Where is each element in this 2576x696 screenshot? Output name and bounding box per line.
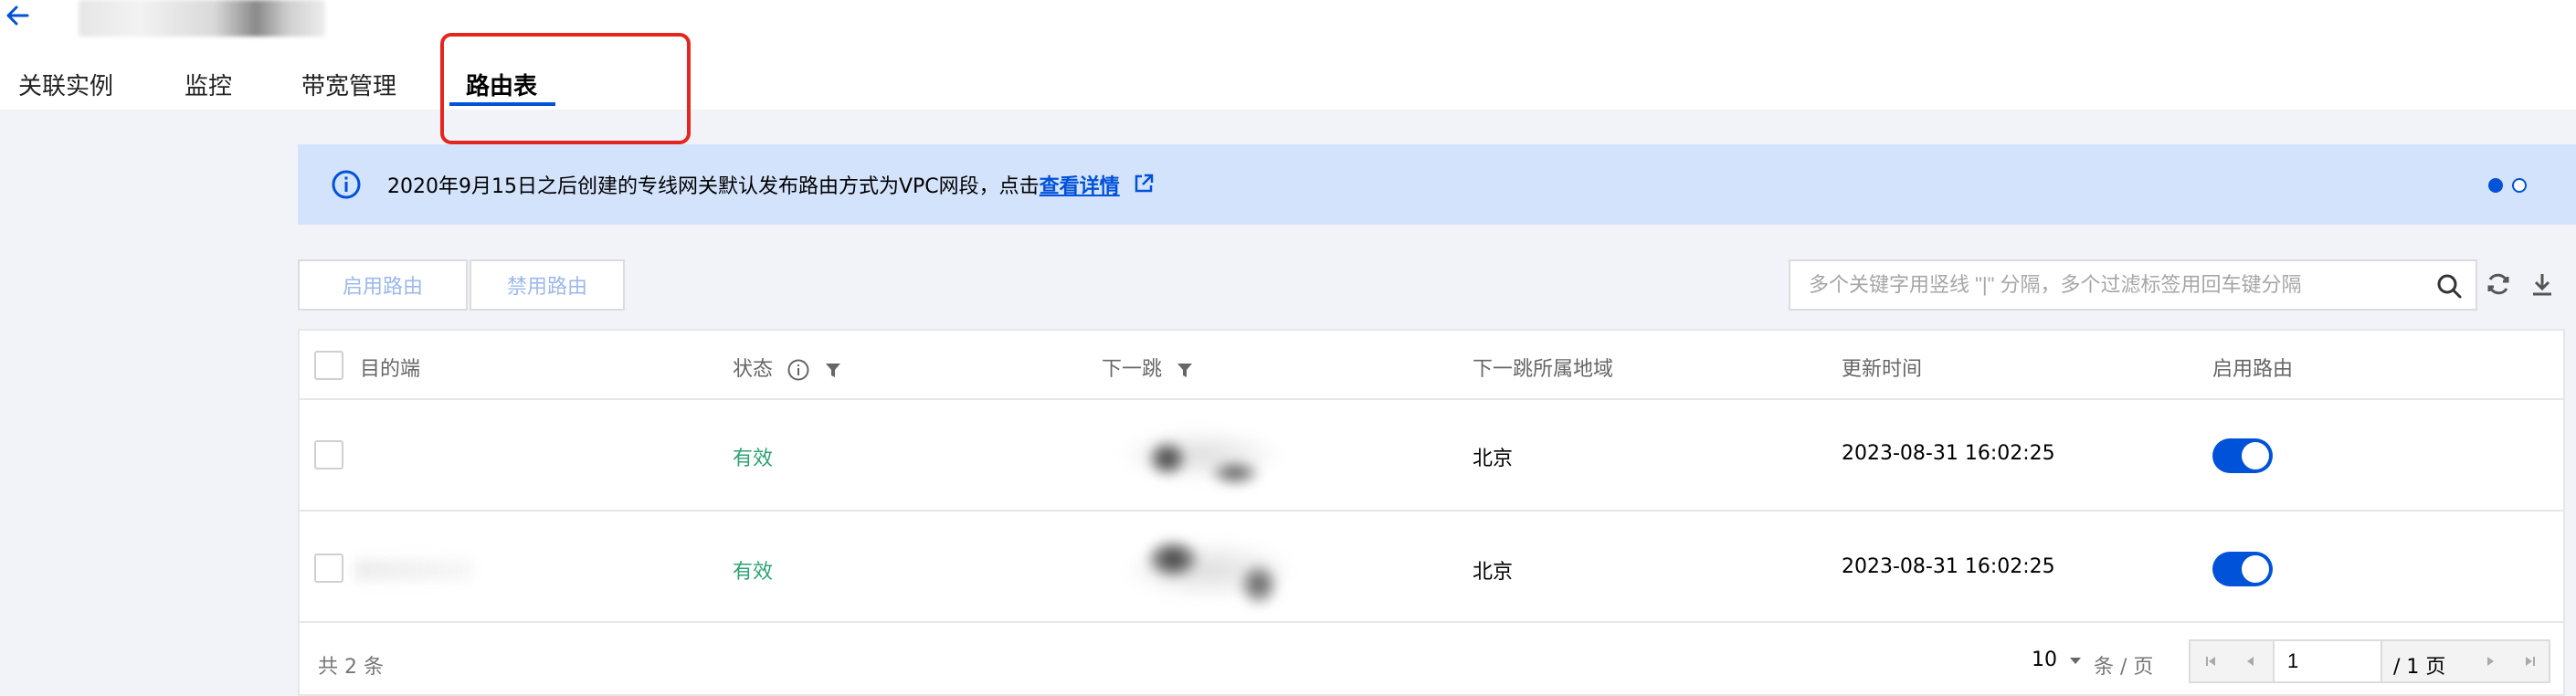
first-page-button[interactable]: [2191, 641, 2231, 681]
total-pages: / 1 页: [2393, 656, 2446, 679]
page-size-select[interactable]: 10: [2032, 649, 2084, 671]
status-info-icon[interactable]: [787, 358, 810, 382]
column-next-hop: 下一跳: [1102, 358, 1163, 381]
toggle-knob: [2242, 555, 2269, 583]
page-size-value: 10: [2032, 649, 2057, 671]
notice-text: 2020年9月15日之后创建的专线网关默认发布路由方式为VPC网段，点击查看详情: [387, 170, 1120, 199]
external-link-icon[interactable]: [1133, 173, 1155, 195]
prev-page-icon: [2247, 657, 2254, 666]
status-cell: 有效: [733, 561, 774, 584]
back-arrow-icon[interactable]: [4, 2, 31, 29]
status-filter-icon[interactable]: [824, 360, 842, 380]
next-page-icon: [2487, 657, 2494, 666]
column-status: 状态: [733, 358, 774, 381]
table-row: 有效 北京 2023-08-31 16:02:25: [300, 511, 2563, 623]
row-checkbox[interactable]: [314, 554, 343, 583]
last-page-button[interactable]: [2510, 641, 2550, 681]
column-next-hop-wrap: 下一跳: [1102, 353, 1194, 382]
annotation-highlight-box: [440, 33, 691, 144]
enable-route-toggle[interactable]: [2212, 438, 2273, 473]
first-page-icon: [2206, 657, 2215, 666]
table-footer: 共 2 条 10 条 / 页 / 1 页: [300, 623, 2563, 696]
update-time-cell: 2023-08-31 16:02:25: [1842, 555, 2055, 578]
tab-associated-instances[interactable]: 关联实例: [18, 68, 113, 115]
status-cell: 有效: [733, 448, 774, 470]
gateway-name-redacted: [79, 0, 325, 37]
total-count: 共 2 条: [318, 656, 384, 679]
info-icon: [332, 170, 361, 199]
region-cell: 北京: [1473, 448, 1514, 470]
column-enable-route: 启用路由: [2212, 358, 2294, 381]
next-hop-redacted: [1109, 418, 1292, 491]
table-header: 目的端 状态 下一跳 下一跳所属地域 更新时间 启用路由: [300, 331, 2563, 400]
search-box: [1789, 259, 2477, 311]
page-size-unit: 条 / 页: [2094, 656, 2154, 679]
search-icon[interactable]: [2435, 272, 2463, 300]
last-page-icon: [2526, 657, 2535, 666]
column-next-hop-region: 下一跳所属地域: [1473, 358, 1614, 381]
prev-page-button[interactable]: [2231, 641, 2271, 681]
column-status-wrap: 状态: [733, 353, 842, 382]
carousel-dot-1[interactable]: [2488, 178, 2503, 193]
tab-monitoring[interactable]: 监控: [185, 68, 232, 115]
table-row: 有效 北京 2023-08-31 16:02:25: [300, 400, 2563, 511]
enable-route-button[interactable]: 启用路由: [298, 259, 468, 311]
download-icon[interactable]: [2528, 270, 2556, 298]
search-input[interactable]: [1809, 261, 2393, 309]
pagination: / 1 页: [2189, 639, 2550, 683]
carousel-dot-2[interactable]: [2512, 178, 2527, 193]
update-time-cell: 2023-08-31 16:02:25: [1842, 442, 2055, 465]
next-page-button[interactable]: [2470, 641, 2510, 681]
notice-message: 2020年9月15日之后创建的专线网关默认发布路由方式为VPC网段，点击: [387, 175, 1040, 198]
region-cell: 北京: [1473, 561, 1514, 584]
chevron-down-icon: [2070, 658, 2081, 664]
notice-banner: 2020年9月15日之后创建的专线网关默认发布路由方式为VPC网段，点击查看详情: [298, 144, 2576, 225]
column-destination: 目的端: [360, 358, 421, 381]
next-hop-filter-icon[interactable]: [1176, 360, 1194, 380]
page-number-input[interactable]: [2273, 641, 2382, 681]
disable-route-button[interactable]: 禁用路由: [470, 259, 625, 311]
destination-redacted: [354, 559, 473, 581]
tab-bandwidth-management[interactable]: 带宽管理: [301, 68, 396, 115]
next-hop-redacted: [1109, 526, 1301, 608]
column-update-time: 更新时间: [1842, 358, 1923, 381]
enable-route-toggle[interactable]: [2212, 552, 2273, 586]
toggle-knob: [2242, 442, 2269, 469]
select-all-checkbox[interactable]: [314, 351, 343, 380]
page-header: 关联实例 监控 带宽管理 路由表: [0, 0, 2576, 144]
row-checkbox[interactable]: [314, 440, 343, 469]
route-table: 目的端 状态 下一跳 下一跳所属地域 更新时间 启用路由 有效 北京 2023-…: [298, 329, 2565, 696]
refresh-icon[interactable]: [2485, 270, 2512, 298]
view-details-link[interactable]: 查看详情: [1040, 175, 1120, 198]
